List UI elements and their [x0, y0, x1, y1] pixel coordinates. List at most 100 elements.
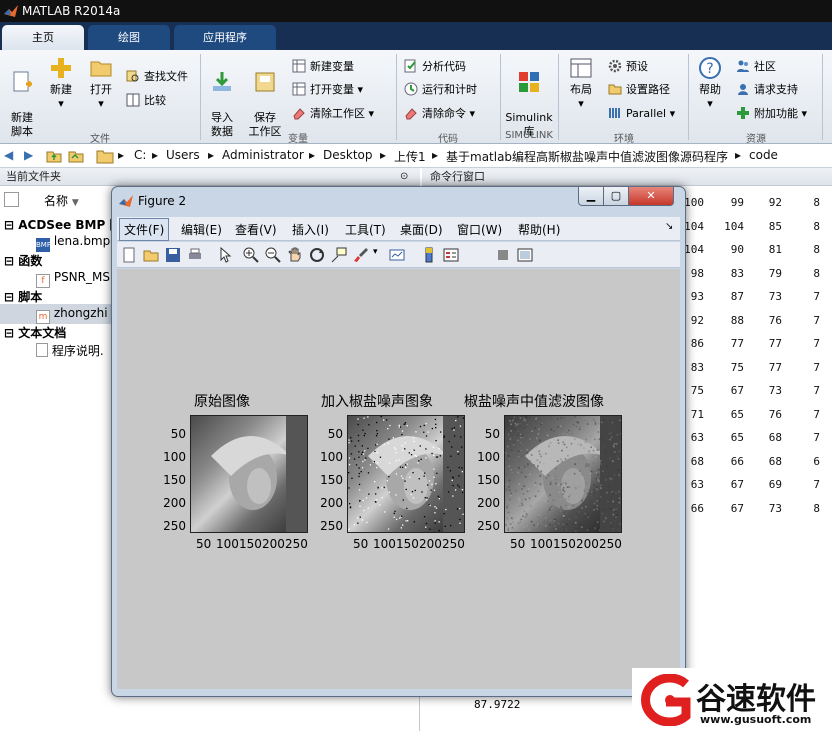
run-and-time-button[interactable]: 运行和计时 [404, 81, 477, 101]
browse-folder-icon[interactable] [68, 148, 84, 164]
name-column-header[interactable]: 名称 ▼ [44, 192, 79, 209]
image-noisy[interactable] [347, 415, 465, 533]
add-ons-button[interactable]: 附加功能 ▾ [736, 105, 807, 125]
menu-tools[interactable]: 工具(T) [345, 221, 386, 238]
up-folder-icon[interactable] [46, 148, 62, 164]
menu-window[interactable]: 窗口(W) [457, 221, 502, 238]
collapse-icon[interactable]: ⊟ [4, 254, 14, 268]
set-path-button[interactable]: 设置路径 [608, 81, 670, 101]
import-data-button[interactable]: 导入 数据 [204, 56, 240, 139]
data-cursor-icon[interactable] [331, 247, 347, 263]
group-label-environment: 环境 [614, 134, 634, 145]
hide-plot-tools-icon[interactable] [495, 247, 511, 263]
forward-arrow-icon[interactable]: ▶ [24, 148, 33, 162]
image-original[interactable] [190, 415, 308, 533]
chevron-down-icon[interactable]: ▾ [373, 247, 389, 263]
x-tick-label: 50 [353, 537, 369, 551]
preferences-button[interactable]: 预设 [608, 58, 648, 78]
breadcrumb-upload[interactable]: 上传1 [394, 148, 426, 165]
legend-icon[interactable] [443, 247, 459, 263]
output-value: 76 [768, 313, 782, 327]
link-plot-icon[interactable] [389, 247, 405, 263]
output-value: 68 [768, 431, 782, 444]
breadcrumb-drive[interactable]: C: [134, 148, 146, 162]
close-button[interactable]: ✕ [628, 187, 674, 206]
menu-insert[interactable]: 插入(I) [292, 221, 329, 238]
menu-view[interactable]: 查看(V) [235, 221, 277, 238]
tab-home[interactable]: 主页 [2, 25, 84, 50]
compare-button[interactable]: 比较 [126, 92, 166, 112]
new-button[interactable]: 新建 ▾ [44, 56, 78, 111]
clear-commands-button[interactable]: 清除命令 ▾ [404, 105, 475, 125]
show-plot-tools-icon[interactable] [517, 247, 533, 263]
group-divider [200, 54, 201, 140]
print-icon[interactable] [187, 247, 203, 263]
list-item[interactable]: f PSNR_MS [36, 270, 110, 288]
breadcrumb-project[interactable]: 基于matlab编程高斯椒盐噪声中值滤波图像源码程序 [446, 148, 728, 165]
collapse-icon[interactable]: ⊟ [4, 326, 14, 340]
output-value: 76 [768, 407, 782, 421]
brush-icon[interactable] [353, 247, 369, 263]
menu-file[interactable]: 文件(F) [119, 218, 170, 241]
image-median-filtered[interactable] [504, 415, 622, 533]
tab-apps[interactable]: 应用程序 [174, 25, 276, 50]
simulink-library-button[interactable]: Simulink 库 [503, 56, 555, 139]
output-value: 79 [768, 266, 782, 280]
output-value: 92 [768, 196, 782, 209]
group-scripts[interactable]: ⊟ 脚本 [4, 288, 42, 305]
breadcrumb-users[interactable]: Users [166, 148, 200, 162]
analyze-code-button[interactable]: 分析代码 [404, 58, 466, 78]
rotate-3d-icon[interactable] [309, 247, 325, 263]
menu-desktop[interactable]: 桌面(D) [400, 221, 443, 238]
colorbar-icon[interactable] [421, 247, 437, 263]
column-header-checkbox[interactable] [4, 192, 19, 207]
chevron-down-icon: ▾ [58, 97, 64, 110]
group-text-docs[interactable]: ⊟ 文本文档 [4, 324, 66, 341]
community-button[interactable]: 社区 [736, 58, 776, 78]
new-script-button[interactable]: 新建 脚本 [4, 56, 40, 139]
breadcrumb-code[interactable]: code [749, 148, 778, 162]
breadcrumb-desktop[interactable]: Desktop [323, 148, 373, 162]
new-variable-icon [292, 59, 306, 73]
list-item[interactable]: BMP lena.bmp [36, 234, 110, 252]
pan-hand-icon[interactable] [287, 247, 303, 263]
parallel-button[interactable]: Parallel ▾ [608, 105, 675, 125]
layout-button[interactable]: 布局 ▾ [562, 56, 600, 111]
open-file-icon[interactable] [143, 247, 159, 263]
find-files-button[interactable]: 查找文件 [126, 68, 188, 88]
zoom-in-icon[interactable] [243, 247, 259, 263]
list-item[interactable]: m zhongzhi [36, 306, 108, 324]
chevron-down-icon: ▾ [98, 97, 104, 110]
matlab-logo-icon [119, 195, 133, 207]
new-figure-icon[interactable] [121, 247, 137, 263]
collapse-icon[interactable]: ⊟ [4, 290, 14, 304]
panel-menu-icon[interactable]: ⊙ [400, 168, 408, 185]
back-arrow-icon[interactable]: ◀ [4, 148, 13, 162]
request-support-button[interactable]: 请求支持 [736, 81, 798, 101]
clear-workspace-button[interactable]: 清除工作区 ▾ [292, 105, 374, 125]
zoom-out-icon[interactable] [265, 247, 281, 263]
breadcrumb-administrator[interactable]: Administrator [222, 148, 304, 162]
figure-toolbar: ▾ [117, 242, 680, 268]
minimize-button[interactable]: ▁ [578, 187, 604, 206]
menu-dock-icon[interactable]: ↘ [665, 221, 673, 232]
chevron-down-icon: ▾ [707, 97, 713, 110]
list-item[interactable]: 程序说明. [36, 342, 104, 359]
save-icon[interactable] [165, 247, 181, 263]
menu-help[interactable]: 帮助(H) [518, 221, 560, 238]
save-workspace-button[interactable]: 保存 工作区 [244, 56, 286, 139]
group-functions[interactable]: ⊟ 函数 [4, 252, 42, 269]
maximize-button[interactable]: ▢ [603, 187, 629, 206]
collapse-icon[interactable]: ⊟ [4, 218, 14, 232]
open-variable-button[interactable]: 打开变量 ▾ [292, 81, 363, 101]
open-button[interactable]: 打开 ▾ [84, 56, 118, 111]
menu-edit[interactable]: 编辑(E) [181, 221, 222, 238]
pointer-icon[interactable] [217, 247, 233, 263]
new-variable-button[interactable]: 新建变量 [292, 58, 354, 78]
group-bmp[interactable]: ⊟ ACDSee BMP 图 [4, 216, 121, 233]
help-button[interactable]: ? 帮助 ▾ [692, 56, 728, 111]
breadcrumb-separator: ▸ [432, 148, 439, 162]
tab-plots[interactable]: 绘图 [88, 25, 170, 50]
layout-icon [570, 58, 592, 78]
breadcrumb-separator: ▸ [380, 148, 387, 162]
